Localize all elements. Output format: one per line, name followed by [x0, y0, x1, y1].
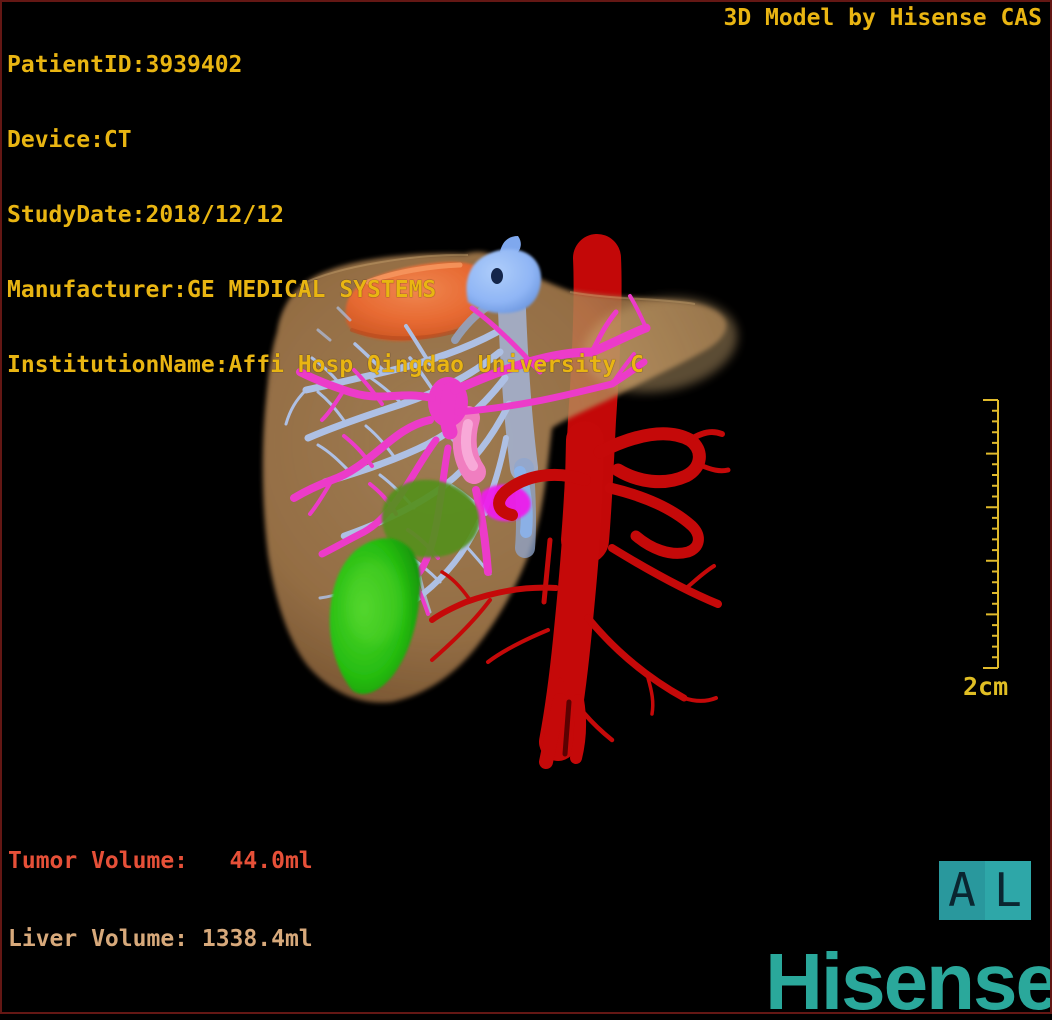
viewer-canvas: PatientID:3939402 Device:CT StudyDate:20…	[0, 0, 1052, 1020]
study-date: StudyDate:2018/12/12	[7, 202, 284, 228]
liver-volume: Liver Volume: 1338.4ml	[8, 926, 313, 952]
hisense-logo: Hisense	[765, 937, 1052, 1020]
orientation-letter-l: L	[994, 862, 1022, 917]
watermark-title: 3D Model by Hisense CAS	[723, 5, 1043, 31]
volume-readout: Tumor Volume: 44.0ml Liver Volume: 1338.…	[8, 796, 313, 1004]
manufacturer: Manufacturer:GE MEDICAL SYSTEMS	[7, 277, 437, 303]
scale-ruler	[983, 399, 999, 669]
dicom-metadata: PatientID:3939402 Device:CT StudyDate:20…	[7, 3, 644, 428]
orientation-marker: A L	[939, 861, 1031, 920]
orientation-letter-a: A	[948, 862, 976, 917]
institution-name: InstitutionName:Affi Hosp Qingdao Univer…	[7, 352, 644, 378]
scale-label: 2cm	[963, 672, 1009, 701]
device: Device:CT	[7, 127, 132, 153]
tumor-volume: Tumor Volume: 44.0ml	[8, 848, 313, 874]
patient-id: PatientID:3939402	[7, 52, 243, 78]
